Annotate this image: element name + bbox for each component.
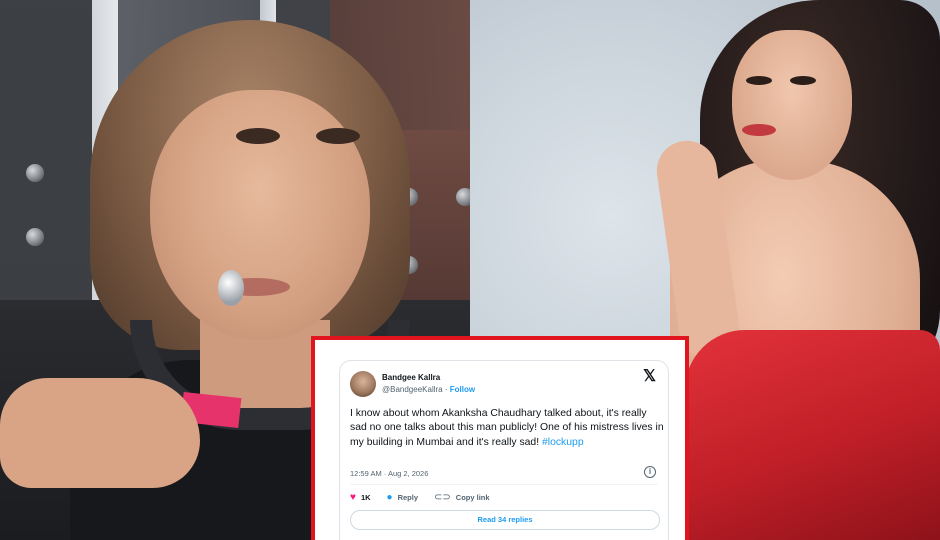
divider bbox=[350, 484, 658, 485]
hashtag-link[interactable]: #lockupp bbox=[542, 437, 584, 448]
eye bbox=[236, 128, 280, 144]
tweet-author-name[interactable]: Bandgee Kallra bbox=[382, 373, 440, 382]
x-logo-icon[interactable]: 𝕏 bbox=[643, 367, 656, 387]
wall-bolt bbox=[26, 228, 44, 246]
like-count: 1K bbox=[360, 492, 371, 502]
wall-bolt bbox=[456, 188, 470, 206]
reply-bubble-icon: ● bbox=[386, 491, 393, 503]
read-replies-button[interactable]: Read 34 replies bbox=[350, 510, 660, 530]
tweet-screenshot-frame: Bandgee Kallra @BandgeeKallra · Follow 𝕏… bbox=[311, 336, 689, 540]
tweet-card: Bandgee Kallra @BandgeeKallra · Follow 𝕏… bbox=[339, 360, 669, 540]
tweet-actions: ♥ 1K ● Reply ⊂⊃ Copy link bbox=[350, 490, 506, 504]
red-dress bbox=[685, 330, 940, 540]
lips bbox=[742, 124, 776, 136]
wall-bolt bbox=[26, 164, 44, 182]
eye bbox=[316, 128, 360, 144]
face bbox=[732, 30, 852, 180]
reply-label: Reply bbox=[397, 492, 419, 502]
like-button[interactable]: ♥ 1K bbox=[350, 492, 371, 503]
follow-button[interactable]: Follow bbox=[450, 385, 475, 394]
tweet-body: I know about whom Akanksha Chaudhary tal… bbox=[350, 408, 664, 448]
tweet-timestamp[interactable]: 12:59 AM · Aug 2, 2026 bbox=[350, 469, 428, 478]
copy-link-label: Copy link bbox=[455, 492, 490, 502]
avatar[interactable] bbox=[350, 371, 376, 397]
eye bbox=[790, 76, 816, 85]
reply-button[interactable]: ● Reply bbox=[387, 492, 418, 503]
eye bbox=[746, 76, 772, 85]
hand bbox=[0, 378, 200, 488]
link-icon: ⊂⊃ bbox=[434, 491, 451, 503]
tweet-text: I know about whom Akanksha Chaudhary tal… bbox=[350, 407, 664, 450]
info-icon[interactable]: i bbox=[644, 466, 656, 478]
heart-icon: ♥ bbox=[350, 491, 356, 503]
copy-link-button[interactable]: ⊂⊃ Copy link bbox=[434, 492, 490, 503]
tweet-handle[interactable]: @BandgeeKallra bbox=[382, 385, 443, 394]
hoop-earring bbox=[218, 270, 244, 306]
separator-dot: · bbox=[444, 385, 448, 394]
tweet-handle-row: @BandgeeKallra · Follow bbox=[382, 385, 475, 394]
